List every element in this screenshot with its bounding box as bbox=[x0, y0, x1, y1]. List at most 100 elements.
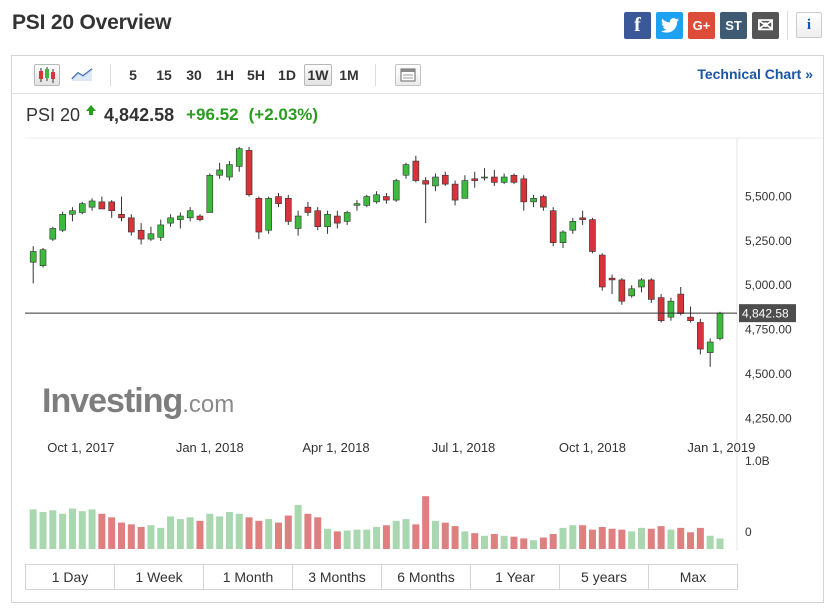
candle-down bbox=[589, 219, 596, 252]
google-plus-share-button[interactable]: G+ bbox=[688, 12, 715, 39]
volume-bar bbox=[206, 513, 214, 549]
volume-bar bbox=[147, 525, 155, 549]
candle-up bbox=[569, 221, 577, 231]
chart-panel: 5 15 30 1H 5H 1D 1W 1M Technical Chart »… bbox=[11, 55, 824, 603]
volume-bar bbox=[245, 517, 253, 549]
volume-bar bbox=[373, 527, 381, 549]
candle-down bbox=[441, 174, 449, 185]
candlestick-chart[interactable]: Investing.com 5,500.00 5,250.00 5,000.00 4,… bbox=[12, 56, 823, 556]
google-plus-icon: G+ bbox=[692, 18, 711, 33]
range-1-day[interactable]: 1 Day bbox=[26, 565, 115, 589]
volume-bar bbox=[608, 528, 616, 549]
candle-down bbox=[697, 322, 704, 350]
volume-bar bbox=[196, 520, 204, 549]
volume-bar bbox=[716, 538, 724, 549]
volume-bar bbox=[363, 529, 371, 549]
candle-up bbox=[226, 164, 233, 178]
candle-down bbox=[245, 150, 253, 196]
candle-up bbox=[716, 312, 724, 339]
volume-bar bbox=[598, 527, 606, 549]
candle-up bbox=[402, 164, 410, 176]
candle-down bbox=[520, 178, 528, 203]
twitter-icon bbox=[660, 18, 679, 33]
candle-down bbox=[657, 297, 665, 322]
volume-bar bbox=[618, 529, 626, 549]
info-button[interactable]: i bbox=[796, 12, 822, 38]
facebook-share-button[interactable]: f bbox=[624, 12, 651, 39]
candle-up bbox=[500, 176, 508, 183]
range-max[interactable]: Max bbox=[649, 565, 737, 589]
volume-bar bbox=[451, 526, 459, 549]
candle-up bbox=[49, 228, 57, 240]
candle-down bbox=[304, 206, 312, 213]
volume-bar bbox=[333, 531, 341, 549]
volume-bar bbox=[569, 525, 577, 549]
volume-bar bbox=[127, 524, 135, 549]
candle-up bbox=[206, 174, 214, 213]
stocktwits-share-button[interactable]: ST bbox=[720, 12, 747, 39]
candle-up bbox=[706, 341, 714, 353]
candle-down bbox=[618, 279, 626, 302]
svg-text:Investing.com: Investing.com bbox=[42, 382, 234, 420]
candle-up bbox=[373, 194, 380, 203]
candle-up bbox=[78, 203, 86, 213]
candle-up bbox=[265, 198, 272, 231]
y-tick-label: 4,500.00 bbox=[745, 367, 792, 381]
investing-watermark: Investing.com bbox=[42, 382, 234, 420]
volume-bar bbox=[539, 537, 547, 549]
volume-bar bbox=[382, 525, 390, 549]
candle-up bbox=[530, 198, 537, 203]
candle-down bbox=[540, 196, 547, 208]
volume-bar bbox=[304, 513, 312, 549]
range-3-months[interactable]: 3 Months bbox=[293, 565, 382, 589]
candle-up bbox=[29, 251, 37, 263]
email-share-button[interactable]: ✉ bbox=[752, 12, 779, 39]
candle-down bbox=[579, 217, 586, 220]
volume-bar bbox=[29, 509, 37, 549]
volume-bar bbox=[431, 520, 439, 549]
volume-bar bbox=[510, 536, 518, 549]
volume-bar bbox=[549, 534, 557, 549]
volume-bar bbox=[324, 528, 332, 549]
volume-bar bbox=[216, 516, 224, 549]
candle-down bbox=[196, 215, 204, 220]
twitter-share-button[interactable] bbox=[656, 12, 683, 39]
candle-up bbox=[69, 210, 76, 215]
y-tick-label: 5,250.00 bbox=[745, 234, 792, 248]
candle-down bbox=[471, 178, 479, 181]
volume-bar bbox=[559, 527, 567, 549]
candle-down bbox=[510, 174, 518, 183]
volume-bar bbox=[412, 524, 420, 549]
candle-up bbox=[294, 215, 302, 229]
candle-down bbox=[275, 196, 282, 204]
volume-bar bbox=[98, 513, 106, 549]
email-icon: ✉ bbox=[757, 15, 774, 37]
volume-bar bbox=[461, 531, 469, 549]
candle-down bbox=[451, 183, 459, 201]
volume-bar bbox=[392, 520, 400, 549]
volume-bar bbox=[68, 508, 76, 549]
volume-bar bbox=[353, 529, 361, 549]
range-1-month[interactable]: 1 Month bbox=[204, 565, 293, 589]
x-tick-label: Jul 1, 2018 bbox=[432, 440, 496, 455]
candle-up bbox=[186, 210, 194, 219]
watermark-brand: Investing bbox=[42, 382, 182, 420]
volume-bar bbox=[314, 517, 322, 549]
volume-bar bbox=[490, 534, 498, 549]
candle-up bbox=[392, 180, 400, 201]
range-1-week[interactable]: 1 Week bbox=[115, 565, 204, 589]
range-5-years[interactable]: 5 years bbox=[560, 565, 649, 589]
candle-up bbox=[481, 176, 488, 179]
candle-up bbox=[235, 148, 243, 167]
range-6-months[interactable]: 6 Months bbox=[382, 565, 471, 589]
candle-down bbox=[98, 201, 106, 210]
volume-tick-label: 1.0B bbox=[745, 454, 770, 468]
page-title: PSI 20 Overview bbox=[12, 11, 172, 34]
candle-down bbox=[412, 160, 420, 181]
volume-bar bbox=[225, 512, 233, 549]
info-icon: i bbox=[806, 16, 812, 33]
candle-up bbox=[177, 215, 184, 220]
volume-bar bbox=[667, 529, 675, 549]
range-1-year[interactable]: 1 Year bbox=[471, 565, 560, 589]
watermark-domain: .com bbox=[182, 391, 234, 418]
